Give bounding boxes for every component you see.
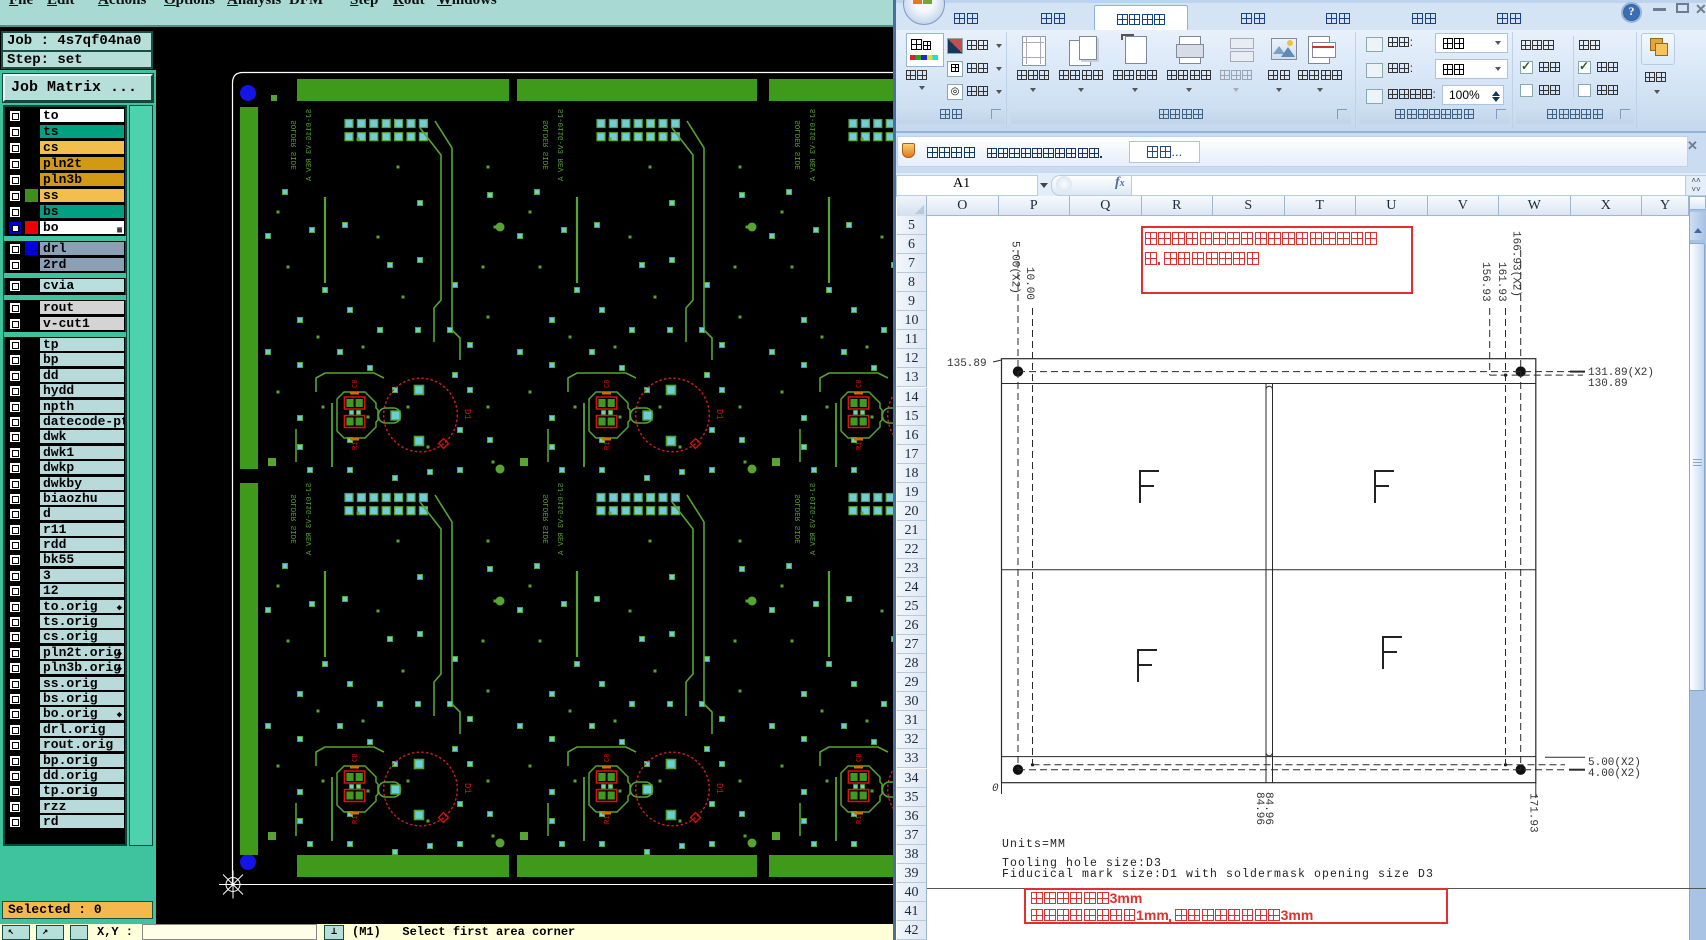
svg-text:SOLDER SIDE: SOLDER SIDE <box>291 494 299 544</box>
svg-text:D1: D1 <box>462 783 472 794</box>
svg-text:0: 0 <box>992 783 999 795</box>
svg-text:SJ-011G-V3 REV A: SJ-011G-V3 REV A <box>810 483 818 556</box>
svg-text:SOLDER SIDE: SOLDER SIDE <box>543 494 551 544</box>
svg-text:R1: R1 <box>352 816 360 824</box>
svg-text:161.93: 161.93 <box>1495 262 1507 302</box>
svg-text:SJ-011G-V3 REV A: SJ-011G-V3 REV A <box>558 109 566 182</box>
svg-text:SOLDER SIDE: SOLDER SIDE <box>543 120 551 170</box>
svg-text:84.96: 84.96 <box>1262 792 1274 825</box>
svg-text:166.93(X2): 166.93(X2) <box>1510 231 1522 297</box>
svg-text:C8: C8 <box>604 380 612 388</box>
svg-text:C8: C8 <box>352 754 360 762</box>
svg-text:10.00: 10.00 <box>1023 267 1035 300</box>
svg-text:Units=MM: Units=MM <box>1002 838 1066 851</box>
svg-text:R1: R1 <box>604 442 612 450</box>
svg-text:R1: R1 <box>352 442 360 450</box>
svg-text:SOLDER SIDE: SOLDER SIDE <box>795 494 803 544</box>
svg-text:SJ-011G-V3 REV A: SJ-011G-V3 REV A <box>810 109 818 182</box>
svg-text:D1: D1 <box>462 409 472 420</box>
svg-text:SJ-011G-V3 REV A: SJ-011G-V3 REV A <box>306 483 314 556</box>
svg-text:R1: R1 <box>856 442 864 450</box>
svg-text:Fiducical mark size:D1 with so: Fiducical mark size:D1 with soldermask o… <box>1002 868 1434 881</box>
svg-text:R1: R1 <box>856 816 864 824</box>
svg-text:R1: R1 <box>604 816 612 824</box>
svg-text:135.89: 135.89 <box>947 358 987 370</box>
svg-text:C8: C8 <box>856 754 864 762</box>
svg-text:C8: C8 <box>856 380 864 388</box>
svg-text:SJ-011G-V3 REV A: SJ-011G-V3 REV A <box>306 109 314 182</box>
svg-text:SJ-011G-V3 REV A: SJ-011G-V3 REV A <box>558 483 566 556</box>
svg-text:156.93: 156.93 <box>1479 262 1491 302</box>
svg-text:D1: D1 <box>714 783 724 794</box>
svg-text:C8: C8 <box>604 754 612 762</box>
svg-text:4.00(X2): 4.00(X2) <box>1588 768 1641 780</box>
svg-text:C8: C8 <box>352 380 360 388</box>
svg-text:171.93: 171.93 <box>1527 793 1539 833</box>
svg-text:5.00(X2): 5.00(X2) <box>1009 241 1021 294</box>
svg-text:SOLDER SIDE: SOLDER SIDE <box>795 120 803 170</box>
svg-text:SOLDER SIDE: SOLDER SIDE <box>291 120 299 170</box>
svg-text:D1: D1 <box>714 409 724 420</box>
svg-text:130.89: 130.89 <box>1588 378 1628 390</box>
